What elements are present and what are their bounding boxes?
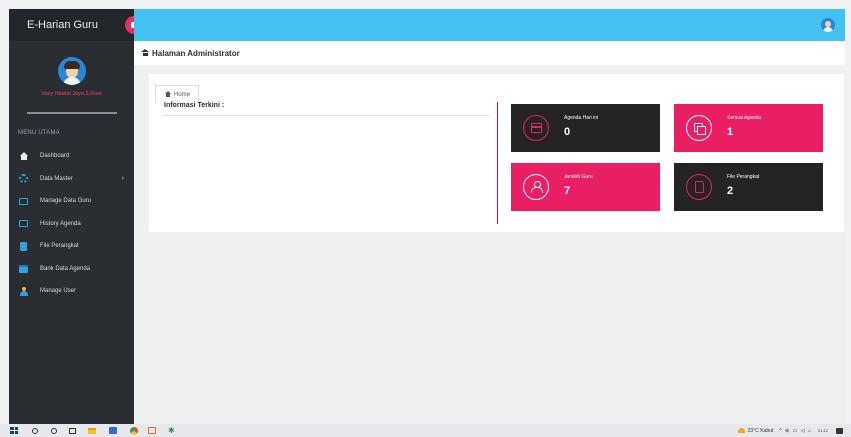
stat-card-jumlah-guru[interactable]: Jumlah Guru 7 [511, 163, 660, 211]
user-icon [523, 174, 549, 200]
notification-icon[interactable] [836, 427, 843, 434]
app-icon[interactable] [109, 427, 117, 434]
user-avatar-button[interactable] [821, 18, 835, 32]
info-title: Informasi Terkini : [164, 102, 225, 109]
chrome-icon[interactable] [130, 426, 138, 435]
page-header: Halaman Administrator [134, 41, 845, 65]
sidebar: E-Harian Guru Vony Hadiat Jaya,S.Kom MEN… [9, 9, 143, 424]
home-icon [19, 152, 28, 161]
sidebar-item-label: Manage User [40, 288, 77, 295]
file-icon [19, 241, 28, 251]
sidebar-item-history-agenda[interactable]: History Agenda [9, 213, 134, 236]
chevron-right-icon: › [121, 175, 124, 183]
sidebar-item-label: Data Master [40, 175, 73, 182]
calendar-icon [523, 115, 549, 141]
sidebar-menu: Dashboard Data Master › Manage Data Guru… [9, 145, 134, 303]
tray-icons[interactable]: ^ ⊕ ▭ ◁ ⌂ [779, 428, 812, 434]
sidebar-item-label: Dashboard [40, 153, 70, 160]
page-title: Halaman Administrator [152, 48, 240, 58]
search-icon[interactable] [32, 427, 38, 434]
home-icon [164, 91, 171, 98]
stat-label: File Perangkat [727, 173, 760, 180]
profile-username: Vony Hadiat Jaya,S.Kom [41, 91, 102, 97]
windows-start-icon[interactable] [10, 427, 18, 434]
top-navbar [134, 9, 845, 41]
gears-icon [19, 174, 28, 184]
main-content: Halaman Administrator Home Informasi Ter… [134, 41, 845, 424]
stat-text: Semua Agenda 1 [727, 115, 761, 138]
stat-value: 1 [727, 125, 734, 138]
stat-card-agenda-hari-ini[interactable]: Agenda Hari ini 0 [511, 104, 660, 152]
weather-icon [737, 428, 745, 433]
stat-label: Jumlah Guru [564, 173, 593, 180]
avatar[interactable] [57, 57, 86, 85]
stat-value: 2 [727, 184, 734, 197]
vertical-separator [497, 102, 498, 224]
clock[interactable]: 21:12 [818, 428, 828, 433]
os-taskbar: ✱ 23°C Kabut ^ ⊕ ▭ ◁ ⌂ 21:12 [0, 424, 851, 437]
user-icon [19, 286, 28, 296]
tab-home-label: Home [174, 91, 191, 98]
copy-icon [686, 115, 712, 141]
avatar-hair [63, 61, 80, 69]
menu-title: MENU UTAMA [18, 130, 60, 136]
sidebar-item-dashboard[interactable]: Dashboard [9, 145, 134, 168]
stat-card-semua-agenda[interactable]: Semua Agenda 1 [674, 104, 823, 152]
file-explorer-icon[interactable] [88, 427, 96, 434]
system-tray: 23°C Kabut ^ ⊕ ▭ ◁ ⌂ 21:12 [737, 424, 843, 437]
brand-bar: E-Harian Guru [9, 9, 143, 41]
info-divider [164, 115, 489, 116]
calendar-icon [19, 264, 28, 273]
folder-icon [19, 219, 28, 228]
stat-value: 7 [564, 184, 571, 197]
stat-value: 0 [564, 125, 571, 138]
sidebar-item-manage-data-guru[interactable]: Manage Data Guru [9, 190, 134, 213]
file-icon [686, 174, 712, 200]
sidebar-item-label: Bank Data Agenda [40, 265, 91, 272]
stat-label: Semua Agenda [727, 114, 762, 121]
sidebar-item-label: Manage Data Guru [40, 198, 92, 205]
sidebar-item-manage-user[interactable]: Manage User [9, 280, 134, 303]
folder-icon [19, 197, 28, 206]
sidebar-item-label: File Perangkat [40, 243, 79, 250]
home-icon [141, 49, 149, 57]
profile: Vony Hadiat Jaya,S.Kom [9, 41, 134, 97]
app-icon[interactable]: ✱ [168, 426, 176, 435]
sidebar-divider [26, 112, 117, 114]
brand-title: E-Harian Guru [27, 19, 98, 31]
task-view-icon[interactable] [51, 427, 57, 434]
dashboard-panel: Home Informasi Terkini : Agenda Hari ini… [149, 74, 844, 232]
sidebar-item-data-master[interactable]: Data Master › [9, 168, 134, 191]
sidebar-item-bank-data-agenda[interactable]: Bank Data Agenda [9, 258, 134, 281]
widgets-icon[interactable] [69, 427, 76, 434]
tab-home[interactable]: Home [155, 85, 200, 103]
stat-text: Agenda Hari ini 0 [564, 115, 598, 138]
stat-label: Agenda Hari ini [564, 114, 599, 121]
stat-text: Jumlah Guru 7 [564, 174, 593, 197]
weather-text[interactable]: 23°C Kabut [748, 428, 774, 434]
sidebar-item-file-perangkat[interactable]: File Perangkat [9, 235, 134, 258]
stat-text: File Perangkat 2 [727, 174, 759, 197]
avatar-body [62, 77, 81, 85]
app-icon[interactable] [148, 427, 156, 434]
sidebar-item-label: History Agenda [40, 220, 81, 227]
stat-card-file-perangkat[interactable]: File Perangkat 2 [674, 163, 823, 211]
